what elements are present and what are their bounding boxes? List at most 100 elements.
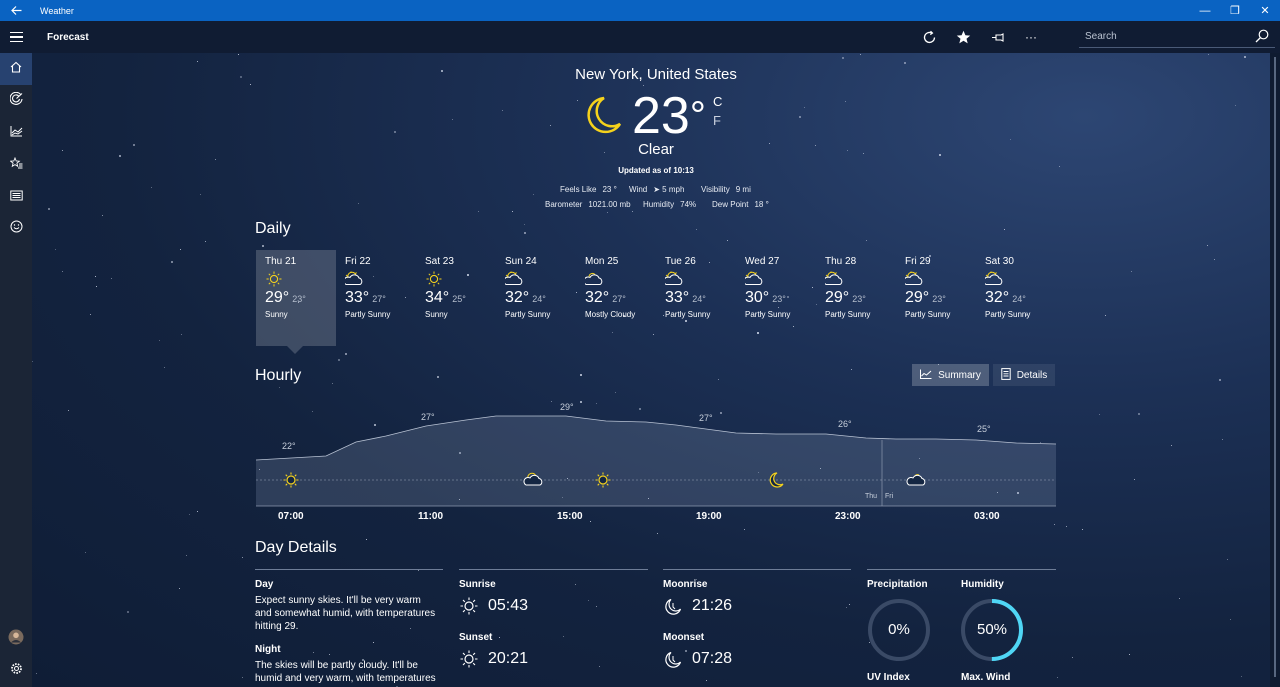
star-dot [1072, 657, 1074, 659]
nav-account[interactable] [0, 623, 32, 655]
star-dot [205, 241, 207, 243]
hourly-time-label: 23:00 [835, 511, 861, 522]
star-dot [197, 61, 199, 63]
unit-celsius-toggle[interactable]: C [713, 94, 722, 109]
back-arrow-icon[interactable] [0, 0, 32, 21]
nav-historical-weather[interactable] [0, 117, 32, 149]
daily-forecast-day[interactable]: Fri 29 29° 23° Partly Sunny [896, 250, 976, 346]
low-temp: 23° [852, 294, 866, 304]
restore-button[interactable]: ❐ [1220, 0, 1250, 21]
search-box[interactable] [1079, 26, 1275, 48]
day-condition: Partly Sunny [505, 310, 551, 319]
hourly-time-label: 11:00 [418, 511, 444, 522]
hourly-temp-label: 22° [282, 441, 296, 451]
star-dot [685, 650, 688, 653]
star-dot [599, 666, 601, 668]
star-dot [524, 232, 527, 235]
star-dot [1057, 677, 1059, 679]
star-dot [845, 101, 847, 103]
daily-forecast-day[interactable]: Tue 26 33° 24° Partly Sunny [656, 250, 736, 346]
low-temp: 27° [612, 294, 626, 304]
minimize-button[interactable]: — [1190, 0, 1220, 21]
search-input[interactable] [1079, 31, 1249, 42]
star-dot [1004, 229, 1006, 231]
day-tag: Fri [885, 493, 894, 500]
star-dot [441, 70, 444, 73]
star-dot [394, 131, 397, 134]
day-condition: Sunny [425, 310, 448, 319]
partly-sunny-icon [823, 271, 896, 287]
star-dot [68, 410, 70, 412]
star-dot [846, 607, 848, 609]
star-dot [171, 261, 174, 264]
daily-forecast-day[interactable]: Sat 23 34° 25° Sunny [416, 250, 496, 346]
star-dot [151, 187, 153, 189]
day-name: Wed 27 [745, 256, 780, 267]
vertical-scrollbar[interactable] [1270, 53, 1280, 687]
high-temp: 34° [425, 289, 450, 306]
hourly-time-label: 15:00 [557, 511, 583, 522]
day-label: Day [255, 579, 274, 590]
daily-forecast-day[interactable]: Thu 28 29° 23° Partly Sunny [816, 250, 896, 346]
star-dot [1134, 479, 1136, 481]
daily-forecast-day[interactable]: Sun 24 32° 24° Partly Sunny [496, 250, 576, 346]
star-dot [512, 211, 514, 213]
star-dot [580, 374, 583, 377]
close-button[interactable]: ✕ [1250, 0, 1280, 21]
more-options-icon[interactable]: ··· [1014, 21, 1048, 53]
moon-icon [586, 96, 622, 141]
partly-sunny-icon [663, 271, 736, 287]
star-dot [727, 240, 729, 242]
star-dot [1138, 413, 1141, 416]
star-dot [842, 57, 845, 60]
star-dot [866, 240, 868, 242]
day-name: Thu 28 [825, 256, 857, 267]
star-dot [632, 211, 634, 213]
star-dot [607, 212, 609, 214]
high-temp: 32° [505, 289, 530, 306]
daily-forecast-day[interactable]: Wed 27 30° 23° Partly Sunny [736, 250, 816, 346]
divider [663, 569, 851, 570]
night-summary-text: The skies will be partly cloudy. It'll b… [255, 660, 436, 684]
star-dot [596, 606, 598, 608]
daily-forecast-day[interactable]: Thu 21 29° 23° Sunny [256, 250, 336, 354]
star-dot [524, 224, 526, 226]
star-list-icon [9, 156, 23, 174]
summary-button[interactable]: Summary [912, 364, 989, 386]
star-dot [36, 673, 38, 675]
star-dot [62, 271, 64, 273]
sunrise-label: Sunrise [459, 579, 496, 590]
daily-forecast-day[interactable]: Sat 30 32° 24° Partly Sunny [976, 250, 1056, 346]
nav-news[interactable] [0, 181, 32, 213]
nav-forecast[interactable] [0, 53, 32, 85]
star-dot [1171, 445, 1173, 447]
unit-fahrenheit-toggle[interactable]: F [713, 113, 721, 128]
nav-maps[interactable] [0, 85, 32, 117]
hourly-temp-label: 27° [421, 412, 435, 422]
pin-icon[interactable] [980, 21, 1014, 53]
title-bar: Weather — ❐ ✕ [0, 0, 1280, 21]
search-icon[interactable] [1255, 29, 1269, 48]
nav-favorites[interactable] [0, 149, 32, 181]
star-dot [366, 539, 368, 541]
star-dot [615, 392, 617, 394]
star-dot [1214, 259, 1216, 261]
star-dot [1219, 379, 1222, 382]
star-dot [437, 376, 440, 379]
star-dot [1099, 414, 1101, 416]
favorite-star-icon[interactable] [946, 21, 980, 53]
star-dot [329, 654, 331, 656]
wind: Wind ➤ 5 mph [629, 185, 685, 194]
nav-feedback[interactable] [0, 213, 32, 245]
refresh-icon[interactable] [912, 21, 946, 53]
details-button[interactable]: Details [993, 364, 1055, 386]
star-dot [1010, 139, 1012, 141]
star-dot [706, 680, 708, 682]
hourly-time-label: 07:00 [278, 511, 304, 522]
daily-forecast-day[interactable]: Fri 22 33° 27° Partly Sunny [336, 250, 416, 346]
moonset-icon [664, 651, 682, 674]
daily-forecast-day[interactable]: Mon 25 32° 27° Mostly Cloudy [576, 250, 656, 346]
nav-settings[interactable] [0, 655, 32, 687]
star-dot [55, 249, 57, 251]
hamburger-menu-icon[interactable] [0, 21, 32, 53]
